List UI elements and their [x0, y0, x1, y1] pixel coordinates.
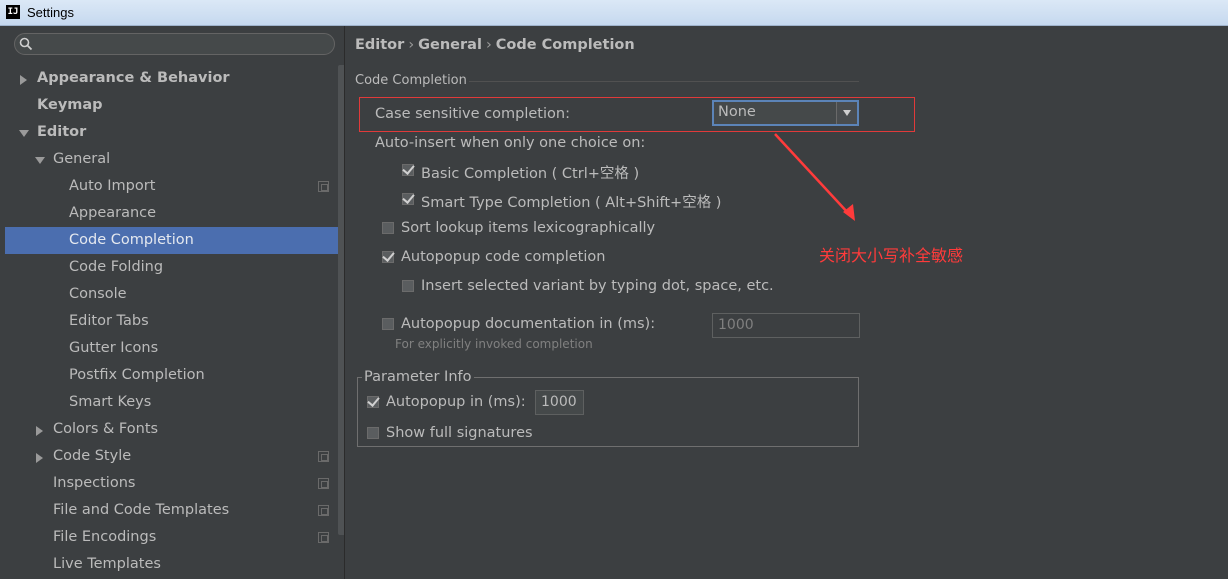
- tree-item-label: Code Style: [53, 448, 132, 464]
- settings-sidebar: Appearance & Behavior Keymap Editor Gene…: [5, 26, 346, 579]
- breadcrumb: Editor › General › Code Completion: [355, 37, 635, 53]
- tree-item-file-code-templates[interactable]: File and Code Templates: [5, 497, 344, 524]
- breadcrumb-editor: Editor: [355, 37, 405, 53]
- tree-item-label: Auto Import: [69, 178, 156, 194]
- tree-item-code-folding[interactable]: Code Folding: [5, 254, 344, 281]
- chevron-down-icon[interactable]: [836, 102, 857, 124]
- expand-arrow-icon[interactable]: [36, 453, 43, 463]
- intellij-app-icon: IJ: [6, 5, 20, 19]
- breadcrumb-separator: ›: [485, 37, 492, 53]
- tree-item-gutter-icons[interactable]: Gutter Icons: [5, 335, 344, 362]
- project-settings-icon: [318, 478, 329, 489]
- tree-item-label: General: [53, 151, 111, 167]
- autopopup-doc-label[interactable]: Autopopup documentation in (ms):: [401, 316, 655, 332]
- tree-item-label: Editor: [37, 124, 87, 140]
- section-separator: [469, 81, 859, 82]
- settings-search-input[interactable]: [14, 33, 335, 55]
- tree-item-editor-tabs[interactable]: Editor Tabs: [5, 308, 344, 335]
- tree-item-label: Smart Keys: [69, 394, 152, 410]
- case-sensitive-label: Case sensitive completion:: [375, 106, 570, 122]
- show-full-signatures-checkbox[interactable]: [367, 427, 379, 439]
- tree-item-label: Postfix Completion: [69, 367, 205, 383]
- autopopup-doc-checkbox[interactable]: [382, 318, 394, 330]
- tree-item-label: Keymap: [37, 97, 103, 113]
- collapse-arrow-icon[interactable]: [19, 130, 29, 137]
- autopopup-doc-delay-field[interactable]: 1000: [712, 313, 860, 338]
- tree-item-label: Editor Tabs: [69, 313, 149, 329]
- tree-item-console[interactable]: Console: [5, 281, 344, 308]
- tree-item-general[interactable]: General: [5, 146, 344, 173]
- sort-lookup-label[interactable]: Sort lookup items lexicographically: [401, 220, 655, 236]
- search-icon: [19, 37, 33, 51]
- insert-selected-checkbox[interactable]: [402, 280, 414, 292]
- expand-arrow-icon[interactable]: [36, 426, 43, 436]
- tree-item-appearance-behavior[interactable]: Appearance & Behavior: [5, 65, 344, 92]
- tree-item-label: Live Templates: [53, 556, 161, 572]
- annotation-text: 关闭大小写补全敏感: [819, 246, 964, 265]
- tree-item-label: Gutter Icons: [69, 340, 159, 356]
- case-sensitive-value: None: [718, 104, 756, 120]
- tree-item-smart-keys[interactable]: Smart Keys: [5, 389, 344, 416]
- tree-item-appearance[interactable]: Appearance: [5, 200, 344, 227]
- tree-item-auto-import[interactable]: Auto Import: [5, 173, 344, 200]
- parameter-autopopup-checkbox[interactable]: [367, 396, 379, 408]
- tree-item-postfix-completion[interactable]: Postfix Completion: [5, 362, 344, 389]
- section-title-code-completion: Code Completion: [355, 73, 467, 88]
- expand-arrow-icon[interactable]: [20, 75, 27, 85]
- insert-selected-label[interactable]: Insert selected variant by typing dot, s…: [421, 278, 774, 294]
- tree-item-label: Code Folding: [69, 259, 164, 275]
- tree-item-label: Appearance: [69, 205, 157, 221]
- auto-insert-label: Auto-insert when only one choice on:: [375, 135, 646, 151]
- tree-item-label: Code Completion: [69, 232, 194, 248]
- tree-item-label: Console: [69, 286, 127, 302]
- show-full-signatures-label[interactable]: Show full signatures: [386, 425, 533, 441]
- collapse-arrow-icon[interactable]: [35, 157, 45, 164]
- tree-item-colors-fonts[interactable]: Colors & Fonts: [5, 416, 344, 443]
- autopopup-code-label[interactable]: Autopopup code completion: [401, 249, 605, 265]
- tree-item-inspections[interactable]: Inspections: [5, 470, 344, 497]
- tree-item-label: File Encodings: [53, 529, 157, 545]
- parameter-autopopup-delay-field[interactable]: 1000: [535, 390, 584, 415]
- tree-item-code-completion[interactable]: Code Completion: [5, 227, 344, 254]
- parameter-info-title: Parameter Info: [362, 369, 474, 385]
- basic-completion-checkbox[interactable]: [402, 164, 414, 176]
- annotation-arrow-icon: [774, 133, 855, 221]
- autopopup-code-checkbox[interactable]: [382, 251, 394, 263]
- project-settings-icon: [318, 451, 329, 462]
- breadcrumb-general: General: [418, 37, 482, 53]
- project-settings-icon: [318, 505, 329, 516]
- tree-item-keymap[interactable]: Keymap: [5, 92, 344, 119]
- title-bar: IJ Settings: [0, 0, 1228, 26]
- tree-item-file-encodings[interactable]: File Encodings: [5, 524, 344, 551]
- breadcrumb-separator: ›: [408, 37, 415, 53]
- parameter-autopopup-label[interactable]: Autopopup in (ms):: [386, 394, 526, 410]
- case-sensitive-dropdown[interactable]: None: [712, 100, 859, 126]
- smart-type-completion-label[interactable]: Smart Type Completion ( Alt+Shift+空格 ): [421, 191, 721, 212]
- basic-completion-label[interactable]: Basic Completion ( Ctrl+空格 ): [421, 162, 639, 183]
- tree-item-label: File and Code Templates: [53, 502, 230, 518]
- autopopup-doc-hint: For explicitly invoked completion: [395, 337, 593, 351]
- project-settings-icon: [318, 532, 329, 543]
- window-title: Settings: [27, 5, 74, 20]
- settings-content-panel: Editor › General › Code Completion Code Comp…: [345, 26, 1228, 579]
- tree-item-label: Appearance & Behavior: [37, 70, 230, 86]
- smart-type-completion-checkbox[interactable]: [402, 193, 414, 205]
- tree-item-label: Inspections: [53, 475, 136, 491]
- tree-item-label: Colors & Fonts: [53, 421, 159, 437]
- breadcrumb-code-completion: Code Completion: [495, 37, 635, 53]
- project-settings-icon: [318, 181, 329, 192]
- sort-lookup-checkbox[interactable]: [382, 222, 394, 234]
- tree-item-code-style[interactable]: Code Style: [5, 443, 344, 470]
- tree-item-editor[interactable]: Editor: [5, 119, 344, 146]
- tree-item-live-templates[interactable]: Live Templates: [5, 551, 344, 578]
